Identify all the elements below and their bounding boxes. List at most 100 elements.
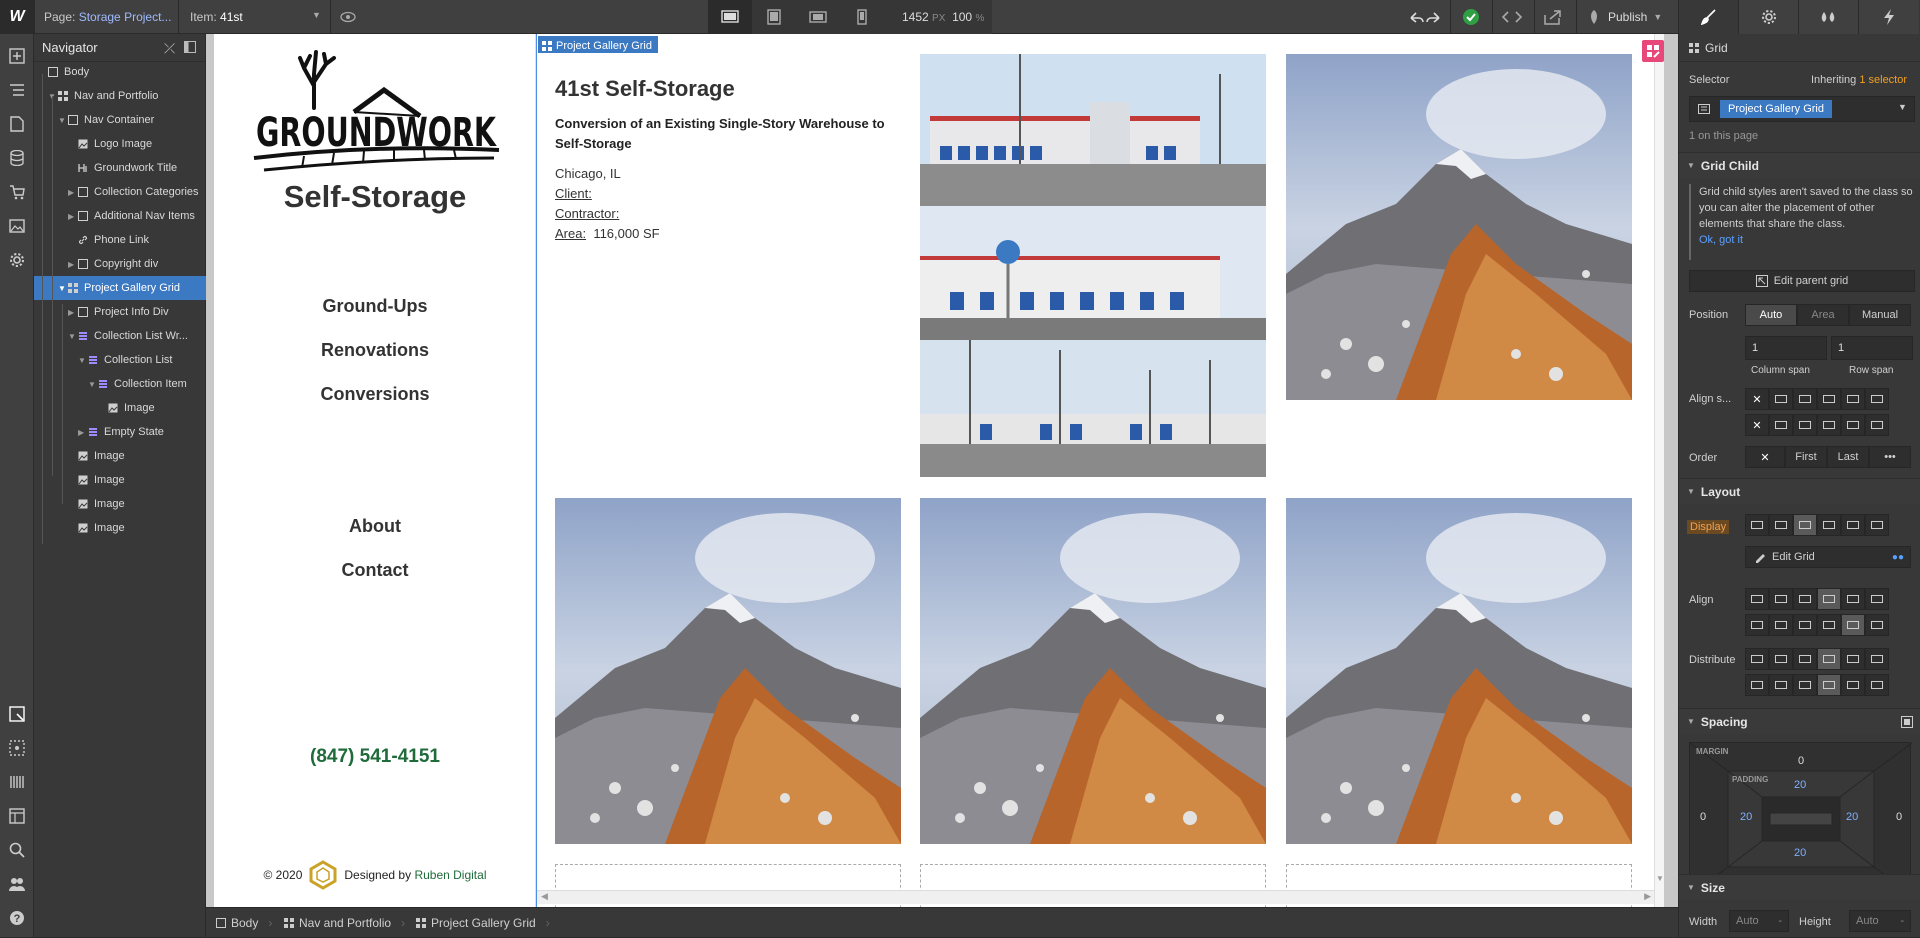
breadcrumb-body[interactable]: Body › <box>216 908 272 938</box>
selector-field[interactable]: Project Gallery Grid ▼ <box>1689 96 1915 122</box>
selected-element-tag[interactable]: Project Gallery Grid <box>538 36 658 53</box>
audit-barcode-icon[interactable] <box>0 766 34 798</box>
project-gallery-grid[interactable]: 41st Self-Storage Conversion of an Exist… <box>536 34 1657 907</box>
redo-icon[interactable] <box>1426 9 1442 25</box>
position-manual-button[interactable]: Manual <box>1849 304 1911 326</box>
order-none-button[interactable]: ✕ <box>1745 446 1785 468</box>
alignment-option-icon[interactable] <box>1817 648 1841 670</box>
caret-right-icon[interactable]: ▶ <box>68 308 78 317</box>
mobile-landscape-icon[interactable] <box>796 0 840 34</box>
ok-got-it-link[interactable]: Ok, got it <box>1699 232 1915 248</box>
alignment-option-icon[interactable] <box>1865 388 1889 410</box>
tab-settings-gear[interactable] <box>1739 0 1799 34</box>
published-status-check-icon[interactable] <box>1462 8 1480 26</box>
navigator-item[interactable]: Phone Link <box>34 228 206 252</box>
alignment-option-icon[interactable] <box>1769 388 1793 410</box>
preview-eye-icon[interactable] <box>340 10 356 24</box>
position-auto-button[interactable]: Auto <box>1745 304 1797 326</box>
alignment-option-icon[interactable] <box>1817 514 1841 536</box>
search-icon[interactable] <box>0 834 34 866</box>
navigator-item[interactable]: Image <box>34 396 206 420</box>
margin-top-value[interactable]: 0 <box>1798 755 1804 767</box>
caret-right-icon[interactable]: ▶ <box>68 188 78 197</box>
webflow-logo[interactable]: W <box>0 0 34 34</box>
alignment-option-icon[interactable] <box>1793 614 1817 636</box>
navigator-item[interactable]: Image <box>34 468 206 492</box>
selector-chip[interactable]: Project Gallery Grid <box>1720 100 1832 118</box>
phone-link[interactable]: (847) 541-4151 <box>214 746 536 768</box>
navigator-item[interactable]: ▼ Collection List <box>34 348 206 372</box>
height-input[interactable]: Auto - <box>1849 910 1911 932</box>
column-span-input[interactable]: 1 <box>1745 336 1827 360</box>
display-none-icon[interactable] <box>1865 514 1889 536</box>
undo-icon[interactable] <box>1408 9 1424 25</box>
nav-link-about[interactable]: About <box>214 516 536 537</box>
margin-right-value[interactable]: 0 <box>1896 811 1902 823</box>
navigator-item[interactable]: Image <box>34 444 206 468</box>
navigator-item[interactable]: ▼ Collection Item <box>34 372 206 396</box>
alignment-option-icon[interactable] <box>1793 648 1817 670</box>
navigator-item[interactable]: ▼ Nav and Portfolio <box>34 84 206 108</box>
navigator-item[interactable]: Image <box>34 516 206 540</box>
vertical-scrollbar[interactable]: ▼ <box>1654 34 1664 907</box>
scroll-left-icon[interactable]: ◀ <box>541 891 548 902</box>
inheriting-count-link[interactable]: 1 selector <box>1859 74 1907 86</box>
alignment-option-icon[interactable] <box>1745 648 1769 670</box>
navigator-item[interactable]: ▼ Collection List Wr... <box>34 324 206 348</box>
navigator-item[interactable]: Image <box>34 492 206 516</box>
padding-left-value[interactable]: 20 <box>1740 811 1752 823</box>
page-selector[interactable]: Page: Storage Project... <box>44 10 171 24</box>
mobile-portrait-icon[interactable] <box>840 0 884 34</box>
layout-template-icon[interactable] <box>0 800 34 832</box>
alignment-option-icon[interactable] <box>1817 414 1841 436</box>
desktop-icon[interactable] <box>708 0 752 34</box>
navigator-item[interactable]: ▶ Additional Nav Items <box>34 204 206 228</box>
padding-top-value[interactable]: 20 <box>1794 779 1806 791</box>
tab-style-manager-drops[interactable] <box>1799 0 1859 34</box>
order-last-button[interactable]: Last <box>1827 446 1869 468</box>
alignment-option-icon[interactable] <box>1793 588 1817 610</box>
breadcrumb-project-gallery-grid[interactable]: Project Gallery Grid › <box>416 908 550 938</box>
width-input[interactable]: Auto - <box>1729 910 1789 932</box>
nav-link-ground-ups[interactable]: Ground-Ups <box>214 296 536 317</box>
tab-style-brush[interactable] <box>1679 0 1739 34</box>
alignment-option-icon[interactable] <box>1817 614 1841 636</box>
caret-down-icon[interactable]: ▼ <box>88 380 98 389</box>
horizontal-scrollbar[interactable]: ◀ ▶ <box>537 890 1657 904</box>
groundwork-logo[interactable]: GROUNDWORK <box>244 46 504 181</box>
gallery-image-mountain-1[interactable] <box>1286 54 1632 400</box>
alignment-option-icon[interactable] <box>1793 414 1817 436</box>
caret-down-icon[interactable]: ▼ <box>78 356 88 365</box>
breadcrumb-nav-and-portfolio[interactable]: Nav and Portfolio › <box>284 908 405 938</box>
position-area-button[interactable]: Area <box>1797 304 1849 326</box>
select-tool-icon[interactable] <box>0 698 34 730</box>
users-icon[interactable] <box>0 868 34 900</box>
navigator-item[interactable]: Body <box>34 60 206 84</box>
spacing-section-header[interactable]: ▼ Spacing <box>1679 708 1920 734</box>
navigator-icon[interactable] <box>0 74 34 106</box>
alignment-option-icon[interactable] <box>1793 674 1817 696</box>
navigator-item[interactable]: ▶ Project Info Div <box>34 300 206 324</box>
alignment-option-icon[interactable] <box>1793 388 1817 410</box>
alignment-option-icon[interactable] <box>1745 588 1769 610</box>
alignment-option-icon[interactable] <box>1865 414 1889 436</box>
alignment-option-icon[interactable] <box>1865 588 1889 610</box>
settings-gear-icon[interactable] <box>0 244 34 276</box>
scroll-right-icon[interactable]: ▶ <box>1644 891 1651 902</box>
selector-type-icon[interactable] <box>1694 100 1714 118</box>
share-icon[interactable] <box>1544 9 1562 25</box>
layout-section-header[interactable]: ▼ Layout <box>1679 478 1920 504</box>
row-span-input[interactable]: 1 <box>1831 336 1913 360</box>
size-section-header[interactable]: ▼ Size <box>1679 874 1920 900</box>
margin-left-value[interactable]: 0 <box>1700 811 1706 823</box>
caret-down-icon[interactable]: ▼ <box>68 332 78 341</box>
alignment-option-icon[interactable] <box>1745 614 1769 636</box>
preview-select-icon[interactable] <box>0 732 34 764</box>
code-export-icon[interactable] <box>1502 10 1522 24</box>
nav-link-contact[interactable]: Contact <box>214 560 536 581</box>
order-first-button[interactable]: First <box>1785 446 1827 468</box>
warehouse-photo-2[interactable] <box>920 206 1266 340</box>
gallery-image-mountain-2[interactable] <box>555 498 901 844</box>
alignment-option-icon[interactable] <box>1841 414 1865 436</box>
spacing-expand-icon[interactable] <box>1901 716 1913 728</box>
